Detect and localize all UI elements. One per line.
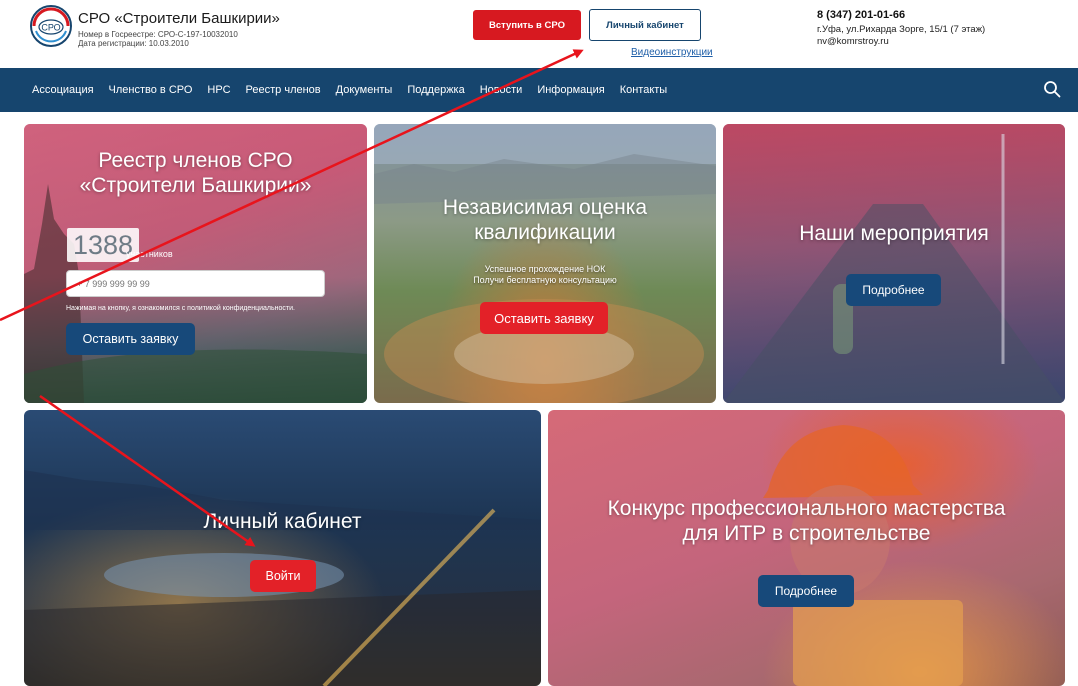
qualification-subtitle-2: Получи бесплатную консультацию xyxy=(473,275,617,285)
nav-item-nrs[interactable]: НРС xyxy=(207,84,230,96)
personal-cabinet-button[interactable]: Личный кабинет xyxy=(589,9,701,41)
nav-list: Ассоциация Членство в СРО НРС Реестр чле… xyxy=(32,68,667,112)
qualification-title: Независимая оценка квалификации xyxy=(374,195,716,245)
qualification-title-line2: квалификации xyxy=(474,221,616,245)
logo-icon[interactable]: СРО xyxy=(30,5,72,47)
contest-tile[interactable]: Конкурс профессионального мастерства для… xyxy=(548,410,1065,686)
contest-more-button[interactable]: Подробнее xyxy=(758,575,854,607)
privacy-policy-note: Нажимая на кнопку, я ознакомился с полит… xyxy=(66,305,295,312)
login-button[interactable]: Войти xyxy=(250,560,316,592)
main-nav: Ассоциация Членство в СРО НРС Реестр чле… xyxy=(0,68,1078,112)
phone-input[interactable] xyxy=(66,270,325,297)
video-instructions-link[interactable]: Видеоинструкции xyxy=(631,47,713,58)
events-title: Наши мероприятия xyxy=(799,222,989,245)
registry-number: Номер в Госреестре: СРО-С-197-10032010 xyxy=(78,30,238,39)
contest-title: Конкурс профессионального мастерства для… xyxy=(548,496,1065,546)
nav-item-membership[interactable]: Членство в СРО xyxy=(109,84,193,96)
events-tile[interactable]: Наши мероприятия Подробнее xyxy=(723,124,1065,403)
contact-phone[interactable]: 8 (347) 201-01-66 xyxy=(817,9,905,21)
qualification-tile[interactable]: Независимая оценка квалификации Успешное… xyxy=(374,124,716,403)
cabinet-title: Личный кабинет xyxy=(203,510,362,533)
night-city-illustration xyxy=(24,470,541,686)
registry-title-line1: Реестр членов СРО xyxy=(98,149,293,172)
nav-item-registry[interactable]: Реестр членов xyxy=(246,84,321,96)
nav-item-information[interactable]: Информация xyxy=(537,84,604,96)
contest-title-line1: Конкурс профессионального мастерства xyxy=(607,497,1006,520)
site-header: СРО СРО «Строители Башкирии» Номер в Гос… xyxy=(0,0,1078,68)
cabinet-tile[interactable]: Личный кабинет Войти xyxy=(24,410,541,686)
nav-item-news[interactable]: Новости xyxy=(480,84,523,96)
highway-illustration xyxy=(723,134,1065,403)
nav-item-contacts[interactable]: Контакты xyxy=(620,84,668,96)
nav-item-documents[interactable]: Документы xyxy=(336,84,393,96)
engineer-illustration xyxy=(763,425,963,686)
join-sro-button[interactable]: Вступить в СРО xyxy=(473,10,581,40)
registry-tile: Реестр членов СРО «Строители Башкирии» 1… xyxy=(24,124,367,403)
nav-item-support[interactable]: Поддержка xyxy=(407,84,464,96)
member-count-label: участников xyxy=(126,249,173,259)
brand-title: СРО «Строители Башкирии» xyxy=(78,10,280,27)
qualification-apply-button[interactable]: Оставить заявку xyxy=(480,302,608,334)
submit-application-button[interactable]: Оставить заявку xyxy=(66,323,195,355)
contact-address: г.Уфа, ул.Рихарда Зорге, 15/1 (7 этаж) xyxy=(817,24,986,35)
nav-item-association[interactable]: Ассоциация xyxy=(32,84,94,96)
qualification-title-line1: Независимая оценка xyxy=(442,196,648,219)
registry-title-line2: «Строители Башкирии» xyxy=(79,174,312,198)
contest-title-line2: для ИТР в строительстве xyxy=(682,522,931,546)
logo-text: СРО xyxy=(41,23,60,33)
registry-title: Реестр членов СРО «Строители Башкирии» xyxy=(24,148,367,198)
contact-email[interactable]: nv@komrstroy.ru xyxy=(817,36,889,47)
search-icon[interactable] xyxy=(1043,80,1061,98)
registration-date: Дата регистрации: 10.03.2010 xyxy=(78,39,189,48)
qualification-subtitle-1: Успешное прохождение НОК xyxy=(484,264,606,274)
events-more-button[interactable]: Подробнее xyxy=(846,274,941,306)
